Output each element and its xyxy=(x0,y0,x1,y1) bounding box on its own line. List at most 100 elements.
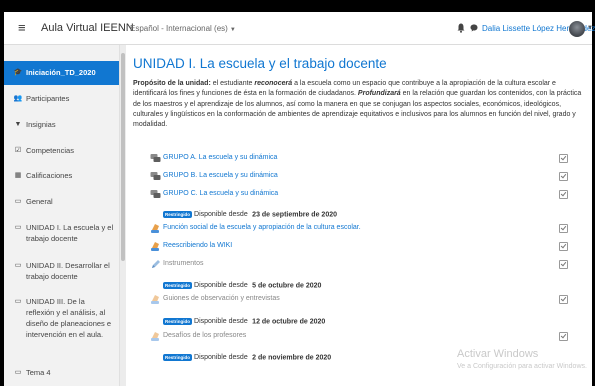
activity-link[interactable]: GRUPO A. La escuela y su dinámica xyxy=(163,154,277,161)
forum-icon xyxy=(150,172,161,180)
folder-icon: ▭ xyxy=(14,224,22,231)
assignment-icon xyxy=(151,295,159,304)
restriction-date: 2 de noviembre de 2020 xyxy=(252,354,332,362)
folder-icon: ▭ xyxy=(14,262,22,269)
messages-icon[interactable] xyxy=(470,24,478,32)
drawer-item-label: Calificaciones xyxy=(26,171,73,180)
drawer-item-participantes[interactable]: 👥 Participantes xyxy=(4,93,119,104)
activity-link[interactable]: Desafíos de los profesores xyxy=(163,332,246,339)
drawer-scrollbar-thumb[interactable] xyxy=(121,53,125,261)
restriction-info: Restringido Disponible desde 12 de octubr… xyxy=(163,313,326,326)
activity-link[interactable]: Función social de la escuela y apropiaci… xyxy=(163,224,361,231)
completion-checkbox[interactable] xyxy=(559,190,568,199)
activity-row[interactable]: GRUPO C. La escuela y su dinámica xyxy=(126,188,592,202)
activity-link[interactable]: GRUPO B. La escuela y su dinámica xyxy=(163,172,278,179)
completion-checkbox[interactable] xyxy=(559,295,568,304)
completion-checkbox[interactable] xyxy=(559,332,568,341)
drawer-item-label: General xyxy=(26,197,53,206)
drawer-item-label: Competencias xyxy=(26,146,74,155)
drawer-item-label: Iniciación_TD_2020 xyxy=(26,68,96,77)
windows-activation-title: Activar Windows xyxy=(457,348,539,360)
drawer-item-course[interactable]: 🎓 Iniciación_TD_2020 xyxy=(4,61,119,85)
section-summary: Propósito de la unidad: el estudiante re… xyxy=(133,79,585,130)
top-navbar: ≡ Aula Virtual IEENN Español - Internaci… xyxy=(4,12,595,45)
drawer-item-label: UNIDAD III. De la reflexión y el análisi… xyxy=(26,297,112,339)
drawer-item-unidad-2[interactable]: ▭ UNIDAD II. Desarrollar el trabajo doce… xyxy=(4,260,119,282)
users-icon: 👥 xyxy=(13,95,23,102)
restriction-info: Restringido Disponible desde 2 de noviemb… xyxy=(163,349,332,362)
badge-icon: ▼ xyxy=(14,121,22,128)
restriction-text: Disponible desde xyxy=(194,211,248,219)
activity-row[interactable]: Instrumentos xyxy=(126,258,592,272)
assignment-icon xyxy=(151,224,159,233)
summary-emphasis: Profundizará xyxy=(357,90,401,98)
completion-checkbox[interactable] xyxy=(559,154,568,163)
restriction-info: Restringido Disponible desde 23 de septie… xyxy=(163,206,337,219)
site-name[interactable]: Aula Virtual IEENN xyxy=(41,22,134,34)
drawer-item-general[interactable]: ▭ General xyxy=(4,196,119,207)
drawer-item-calificaciones[interactable]: ▦ Calificaciones xyxy=(4,170,119,181)
language-label: Español - Internacional (es) xyxy=(130,24,228,33)
assignment-icon xyxy=(151,332,159,341)
restriction-date: 23 de septiembre de 2020 xyxy=(252,211,337,219)
chevron-down-icon[interactable]: ▼ xyxy=(587,25,593,31)
language-selector[interactable]: Español - Internacional (es) ▼ xyxy=(130,24,236,33)
restriction-info: Restringido Disponible desde 5 de octubre… xyxy=(163,277,322,290)
folder-icon: ▭ xyxy=(14,298,22,305)
completion-checkbox[interactable] xyxy=(559,172,568,181)
activity-link[interactable]: Instrumentos xyxy=(163,260,203,267)
windows-activation-subtitle: Ve a Configuración para activar Windows. xyxy=(457,363,587,370)
activity-link[interactable]: Guiones de observación y entrevistas xyxy=(163,295,280,302)
completion-checkbox[interactable] xyxy=(559,224,568,233)
activity-row[interactable]: Función social de la escuela y apropiaci… xyxy=(126,222,592,236)
drawer-item-label: Participantes xyxy=(26,94,70,103)
window-frame-top xyxy=(0,0,595,12)
checkbox-icon: ☑ xyxy=(14,147,22,154)
forum-icon xyxy=(150,190,161,198)
completion-checkbox[interactable] xyxy=(559,242,568,251)
activity-link[interactable]: Reescribiendo la WIKI xyxy=(163,242,232,249)
drawer-item-label: Insignias xyxy=(26,120,56,129)
drawer-item-label: UNIDAD I. La escuela y el trabajo docent… xyxy=(26,223,114,243)
course-section: UNIDAD I. La escuela y el trabajo docent… xyxy=(126,45,592,386)
activity-row[interactable]: GRUPO A. La escuela y su dinámica xyxy=(126,152,592,166)
restriction-text: Disponible desde xyxy=(194,318,248,326)
activity-row[interactable]: Desafíos de los profesores xyxy=(126,330,592,344)
activity-row[interactable]: Guiones de observación y entrevistas xyxy=(126,293,592,307)
restricted-badge: Restringido xyxy=(163,282,193,290)
folder-icon: ▭ xyxy=(14,369,22,376)
restriction-text: Disponible desde xyxy=(194,282,248,290)
summary-lead: Propósito de la unidad: xyxy=(133,80,211,87)
drawer-item-competencias[interactable]: ☑ Competencias xyxy=(4,145,119,156)
activity-link[interactable]: GRUPO C. La escuela y su dinámica xyxy=(163,190,278,197)
wiki-icon xyxy=(151,242,159,251)
restriction-text: Disponible desde xyxy=(194,354,248,362)
bell-icon[interactable] xyxy=(457,23,465,33)
drawer-item-tema-4[interactable]: ▭ Tema 4 xyxy=(4,367,119,378)
summary-text: el estudiante xyxy=(210,80,255,87)
folder-icon: ▭ xyxy=(14,198,22,205)
activity-row[interactable]: GRUPO B. La escuela y su dinámica xyxy=(126,170,592,184)
nav-drawer: 🎓 Iniciación_TD_2020 👥 Participantes ▼ I… xyxy=(4,45,120,386)
restriction-date: 12 de octubre de 2020 xyxy=(252,318,326,326)
chevron-down-icon: ▼ xyxy=(229,27,236,33)
table-icon: ▦ xyxy=(14,172,22,179)
summary-emphasis: reconocerá xyxy=(254,80,293,87)
forum-icon xyxy=(150,154,161,162)
restricted-badge: Restringido xyxy=(163,354,193,362)
completion-checkbox[interactable] xyxy=(559,260,568,269)
drawer-item-unidad-1[interactable]: ▭ UNIDAD I. La escuela y el trabajo doce… xyxy=(4,222,119,244)
graduation-cap-icon: 🎓 xyxy=(13,69,23,76)
activity-row[interactable]: Reescribiendo la WIKI xyxy=(126,240,592,254)
pen-icon xyxy=(152,260,160,268)
drawer-item-label: UNIDAD II. Desarrollar el trabajo docent… xyxy=(26,261,110,281)
avatar[interactable] xyxy=(569,21,585,37)
menu-toggle-icon[interactable]: ≡ xyxy=(18,21,30,35)
restricted-badge: Restringido xyxy=(163,318,193,326)
restriction-date: 5 de octubre de 2020 xyxy=(252,282,322,290)
drawer-item-insignias[interactable]: ▼ Insignias xyxy=(4,119,119,130)
drawer-item-unidad-3[interactable]: ▭ UNIDAD III. De la reflexión y el análi… xyxy=(4,296,119,340)
drawer-item-label: Tema 4 xyxy=(26,368,51,377)
section-title: UNIDAD I. La escuela y el trabajo docent… xyxy=(133,56,387,71)
restricted-badge: Restringido xyxy=(163,211,193,219)
